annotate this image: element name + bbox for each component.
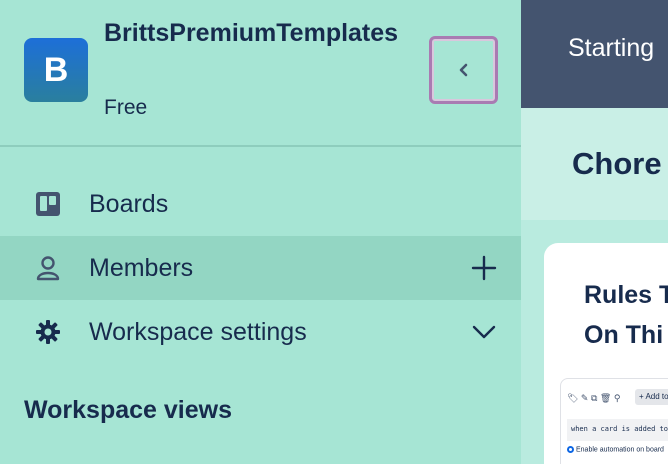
workspace-views-heading: Workspace views [24,396,232,424]
sidebar-item-label: Boards [89,189,169,218]
workspace-header: B BrittsPremiumTemplates Free [0,0,521,147]
gear-icon [34,318,62,346]
sidebar-item-workspace-settings[interactable]: Workspace settings [0,300,521,364]
mini-toolbar-icons: 🏷 ✎ ⧉ 🗑 ⚲ [567,393,621,403]
card-screenshot: 🏷 ✎ ⧉ 🗑 ⚲ + Add to when a card is added … [560,378,668,464]
collapse-sidebar-button[interactable] [429,36,498,104]
board-icon [34,190,62,218]
board-canvas: Chore Rules T On Thi 🏷 ✎ ⧉ 🗑 ⚲ + Add to … [521,108,668,464]
sidebar: B BrittsPremiumTemplates Free Boards Mem… [0,0,521,464]
sidebar-item-label: Members [89,253,194,282]
workspace-logo[interactable]: B [24,38,88,102]
chevron-left-icon [459,63,467,77]
mini-rule-text: when a card is added to li [567,419,668,441]
sidebar-item-label: Workspace settings [89,317,307,346]
workspace-logo-letter: B [43,50,69,89]
chevron-down-icon[interactable] [470,318,498,346]
board-title[interactable]: Chore [572,146,662,182]
board-title-bar: Chore [521,108,668,220]
radio-icon [567,446,574,453]
sidebar-item-members[interactable]: Members [0,236,521,300]
board-card[interactable]: Rules T On Thi 🏷 ✎ ⧉ 🗑 ⚲ + Add to when a… [544,243,668,464]
board-header-text[interactable]: Starting [568,34,654,63]
sidebar-item-boards[interactable]: Boards [0,172,521,236]
workspace-name: BrittsPremiumTemplates [104,19,399,47]
mini-options: Enable automation on board Di [567,446,668,453]
workspace-plan: Free [104,96,148,119]
board-header-bar: Starting [521,0,668,108]
mini-add-button: + Add to [635,389,668,405]
mini-option-label: Enable automation on board [576,446,664,454]
card-title-line: On Thi [584,321,664,349]
plus-icon[interactable] [470,254,498,282]
card-title: Rules T On Thi [584,275,668,355]
person-icon [34,254,62,282]
card-title-line: Rules T [584,281,668,309]
